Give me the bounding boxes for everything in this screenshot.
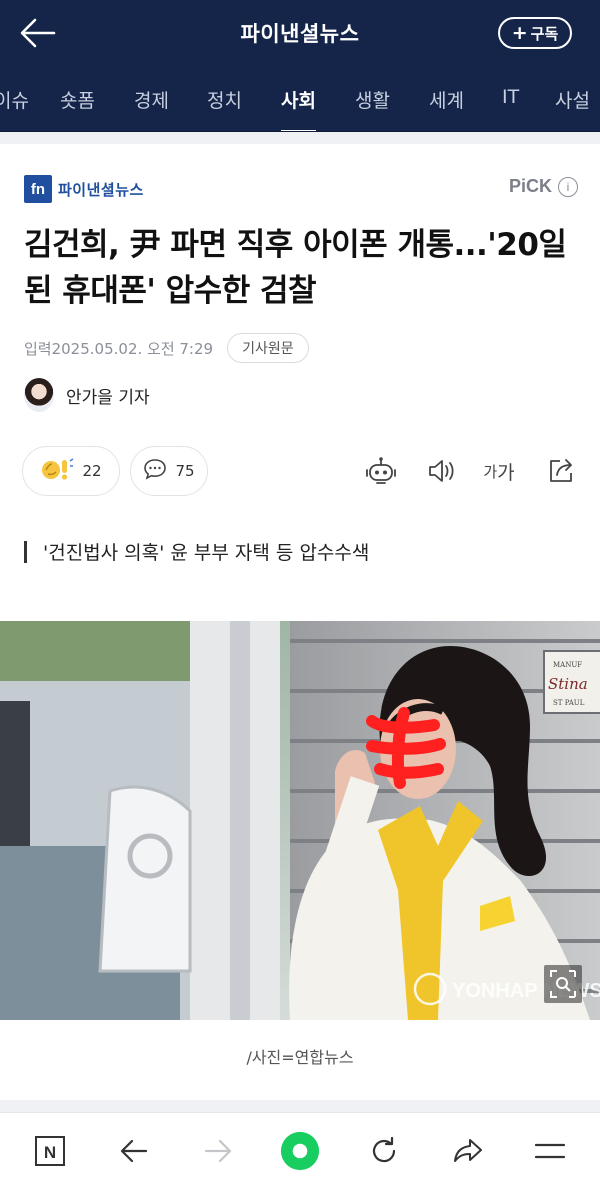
photo-caption: /사진=연합뉴스 <box>246 1048 354 1067</box>
font-size-button[interactable]: 가가 <box>482 454 516 488</box>
subscribe-label: 구독 <box>530 24 559 43</box>
tab-it[interactable]: IT <box>502 86 519 108</box>
tab-life[interactable]: 생활 <box>355 86 390 113</box>
tab-society[interactable]: 사회 <box>281 86 316 131</box>
top-header: 파이낸셜뉴스 + 구독 <box>0 0 600 66</box>
article-subheading: '건진법사 의혹' 윤 부부 자택 등 압수수색 <box>24 538 369 565</box>
refresh-icon[interactable] <box>364 1131 404 1171</box>
forward-arrow-icon[interactable] <box>198 1131 238 1171</box>
menu-icon[interactable] <box>530 1131 570 1171</box>
comment-button[interactable]: 75 <box>130 446 208 496</box>
article-photo[interactable]: MANUF Stina ST PAUL YONHAP NEWS <box>0 621 600 1020</box>
share-arrow-icon[interactable] <box>448 1131 488 1171</box>
tab-economy[interactable]: 경제 <box>134 86 169 113</box>
divider <box>0 132 600 144</box>
sign-bottom: ST PAUL <box>553 699 585 707</box>
green-home-icon[interactable] <box>280 1131 320 1171</box>
tab-editorial[interactable]: 사설 <box>555 86 590 113</box>
article-headline: 김건희, 尹 파면 직후 아이폰 개통...'20일 된 휴대폰' 압수한 검찰 <box>24 227 567 309</box>
comment-count: 75 <box>175 462 195 480</box>
pick-label: PiCK <box>508 176 552 196</box>
sign-main: Stina <box>548 675 588 693</box>
reaction-count: 22 <box>82 462 102 480</box>
author-info[interactable]: 안가을 기자 <box>24 378 150 412</box>
subheading-text: '건진법사 의혹' 윤 부부 자택 등 압수수색 <box>43 542 370 564</box>
sign-top: MANUF <box>553 661 582 669</box>
divider <box>0 1100 600 1112</box>
reaction-emoji-icon <box>40 456 74 486</box>
info-icon: i <box>558 176 578 197</box>
press-name: 파이낸셜뉴스 <box>58 180 144 199</box>
author-name: 안가을 기자 <box>66 387 150 408</box>
tab-politics[interactable]: 정치 <box>207 86 242 113</box>
plus-icon: + <box>511 21 528 44</box>
pick-badge[interactable]: PiCK i <box>509 176 578 197</box>
fn-logo-icon: fn <box>24 175 52 203</box>
article-meta: 입력2025.05.02. 오전 7:29 기사원문 <box>24 333 309 363</box>
author-avatar <box>24 378 54 412</box>
naver-home-icon[interactable]: N <box>30 1131 70 1171</box>
back-arrow-icon[interactable] <box>114 1131 154 1171</box>
press-logo[interactable]: fn 파이낸셜뉴스 <box>24 174 144 204</box>
naver-n-label: N <box>44 1143 56 1162</box>
category-tabs: 이슈 숏폼 경제 정치 사회 생활 세계 IT 사설 <box>0 66 600 132</box>
font-size-small: 가 <box>483 462 498 481</box>
summary-bot-icon[interactable] <box>364 454 398 488</box>
font-size-big: 가 <box>497 461 515 484</box>
tab-issue[interactable]: 이슈 <box>0 86 29 113</box>
original-article-button[interactable]: 기사원문 <box>227 333 309 363</box>
share-icon[interactable] <box>544 454 578 488</box>
tab-shortform[interactable]: 숏폼 <box>60 86 95 113</box>
reaction-button[interactable]: 22 <box>22 446 120 496</box>
bottom-nav: N <box>0 1112 600 1188</box>
subscribe-button[interactable]: + 구독 <box>498 17 572 49</box>
comment-icon <box>143 458 167 484</box>
subheading-bar <box>24 540 27 563</box>
audio-speaker-icon[interactable] <box>424 454 458 488</box>
publish-date: 입력2025.05.02. 오전 7:29 <box>24 339 214 358</box>
tab-world[interactable]: 세계 <box>429 86 464 113</box>
